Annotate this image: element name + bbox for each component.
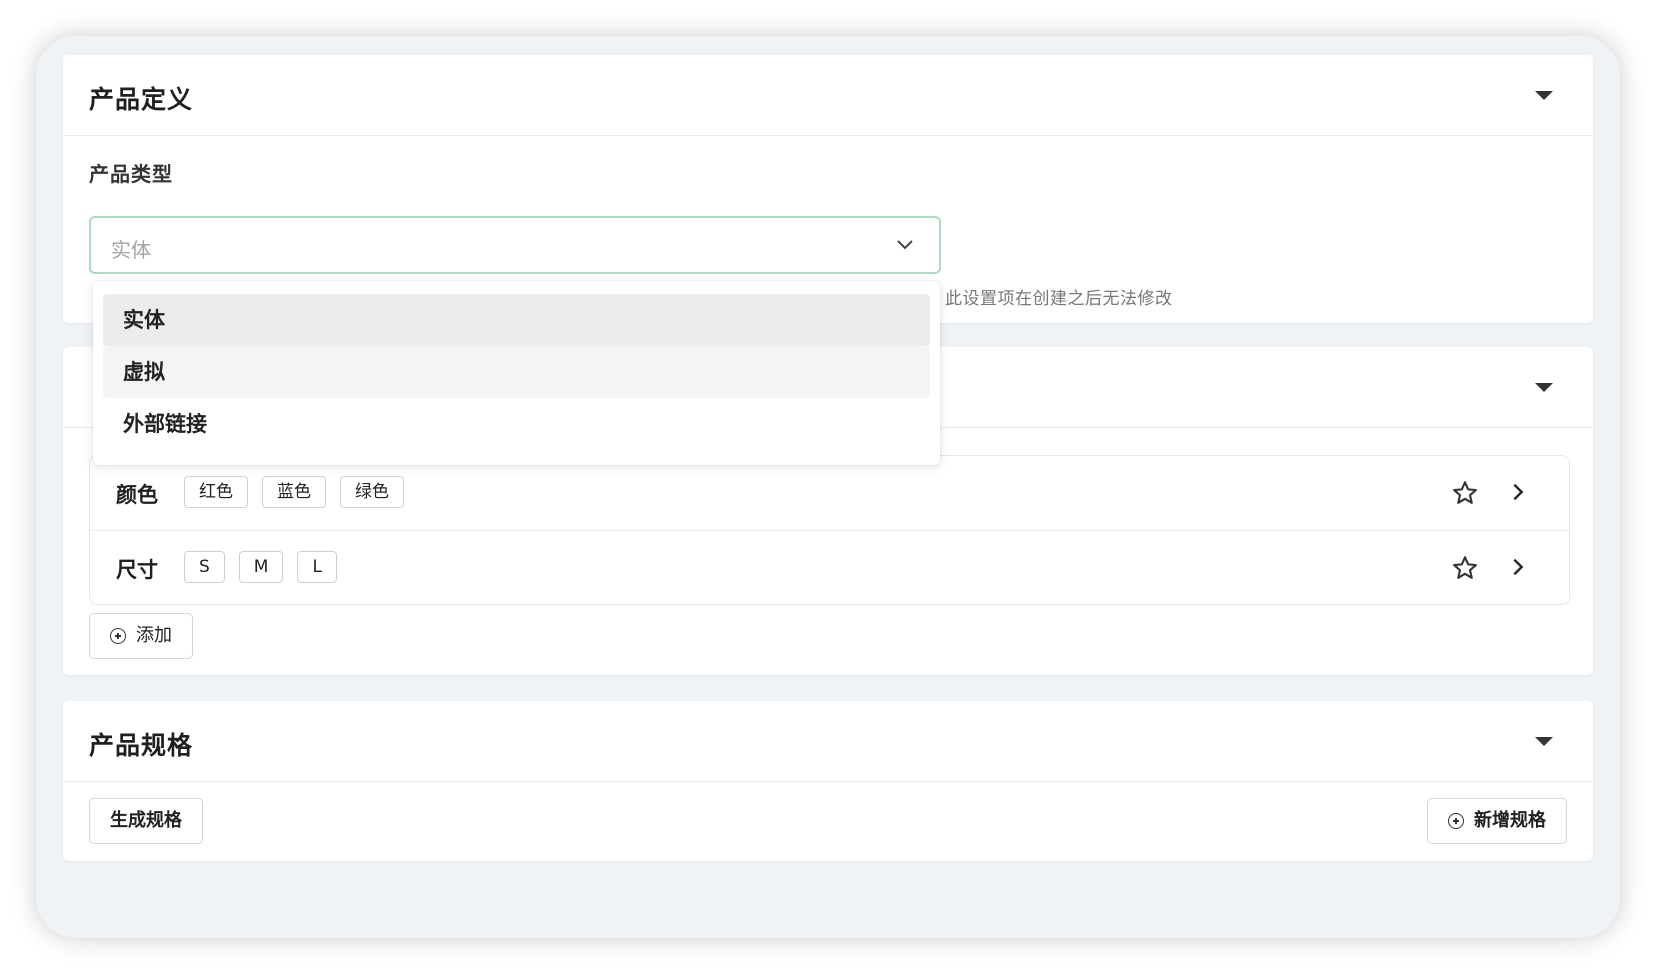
- product-definition-header[interactable]: 产品定义: [63, 55, 1593, 136]
- attribute-tag[interactable]: 红色: [184, 476, 248, 508]
- attribute-tag[interactable]: L: [297, 551, 337, 583]
- product-type-helper-text: 此设置项在创建之后无法修改: [945, 289, 1173, 309]
- attribute-name: 尺寸: [116, 558, 158, 582]
- product-type-select[interactable]: 实体: [89, 216, 941, 274]
- plus-circle-icon: [110, 628, 126, 644]
- attribute-tag[interactable]: S: [184, 551, 225, 583]
- plus-circle-icon: [1448, 813, 1464, 829]
- attribute-tags: S M L: [184, 551, 337, 583]
- product-type-dropdown: 实体 虚拟 外部链接: [93, 281, 940, 465]
- attribute-tag[interactable]: M: [238, 551, 284, 583]
- app-window: 产品定义 产品类型 实体 此设置项在创建之后无法修改 颜色 红色 蓝色 绿色 尺…: [36, 36, 1620, 938]
- attribute-row-size[interactable]: 尺寸 S M L: [90, 530, 1569, 605]
- star-icon[interactable]: [1451, 554, 1479, 582]
- attribute-list: 颜色 红色 蓝色 绿色 尺寸 S M L: [89, 455, 1570, 605]
- attribute-tag[interactable]: 绿色: [340, 476, 404, 508]
- star-icon[interactable]: [1451, 479, 1479, 507]
- add-attribute-button[interactable]: 添加: [89, 613, 193, 659]
- dropdown-option-virtual[interactable]: 虚拟: [103, 346, 930, 398]
- chevron-down-icon: [897, 240, 913, 250]
- product-specs-title: 产品规格: [89, 731, 194, 760]
- product-specs-card: 产品规格 生成规格 新增规格: [63, 701, 1593, 861]
- dropdown-option-physical[interactable]: 实体: [103, 294, 930, 346]
- product-type-select-value: 实体: [111, 238, 151, 262]
- attribute-row-color[interactable]: 颜色 红色 蓝色 绿色: [90, 456, 1569, 530]
- generate-specs-label: 生成规格: [110, 810, 182, 831]
- product-specs-header[interactable]: 产品规格: [63, 701, 1593, 782]
- attribute-tag[interactable]: 蓝色: [262, 476, 326, 508]
- add-spec-label: 新增规格: [1474, 810, 1546, 831]
- add-spec-button[interactable]: 新增规格: [1427, 798, 1567, 844]
- add-attribute-label: 添加: [136, 625, 172, 646]
- generate-specs-button[interactable]: 生成规格: [89, 798, 203, 844]
- product-type-label: 产品类型: [89, 162, 173, 186]
- attribute-name: 颜色: [116, 483, 158, 507]
- caret-down-icon[interactable]: [1535, 737, 1553, 746]
- chevron-right-icon[interactable]: [1507, 481, 1529, 503]
- dropdown-option-external-link[interactable]: 外部链接: [103, 398, 930, 450]
- product-definition-title: 产品定义: [89, 85, 194, 114]
- caret-down-icon[interactable]: [1535, 91, 1553, 100]
- caret-down-icon[interactable]: [1535, 383, 1553, 392]
- attribute-tags: 红色 蓝色 绿色: [184, 476, 404, 508]
- chevron-right-icon[interactable]: [1507, 556, 1529, 578]
